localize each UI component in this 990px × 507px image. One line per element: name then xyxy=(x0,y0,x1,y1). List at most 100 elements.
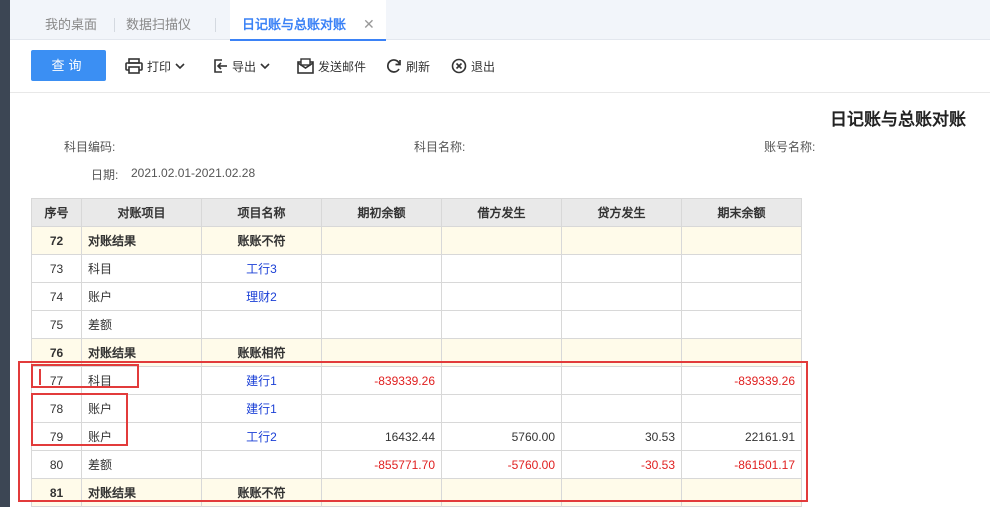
app-window: 我的桌面 数据扫描仪 日记账与总账对账 ✕ 查询 打印 导出 发送邮件 刷新 退… xyxy=(10,0,990,507)
send-mail-button[interactable]: 发送邮件 xyxy=(297,54,366,78)
cell-item: 差额 xyxy=(81,310,202,339)
date-label: 日期: xyxy=(91,168,119,182)
cell-name[interactable]: 账账相符 xyxy=(201,338,322,367)
toolbar-divider xyxy=(10,92,990,93)
cell-credit xyxy=(561,226,682,255)
col-header-closing[interactable]: 期末余额 xyxy=(681,198,802,227)
cell-credit: 30.53 xyxy=(561,422,682,451)
cell-item: 差额 xyxy=(81,450,202,479)
cell-item: 科目 xyxy=(81,254,202,283)
mail-icon xyxy=(297,58,314,74)
cell-index: 73 xyxy=(31,254,82,283)
tab-separator xyxy=(114,18,115,32)
refresh-label: 刷新 xyxy=(406,59,431,74)
cell-opening xyxy=(321,282,442,311)
cell-debit xyxy=(441,254,562,283)
export-button[interactable]: 导出 xyxy=(212,54,270,78)
table-row[interactable]: 76 对账结果 账账相符 xyxy=(31,338,802,367)
col-header-credit[interactable]: 贷方发生 xyxy=(561,198,682,227)
print-button[interactable]: 打印 xyxy=(125,54,185,78)
cell-debit xyxy=(441,282,562,311)
cell-opening xyxy=(321,478,442,507)
printer-icon xyxy=(125,58,143,74)
cell-closing xyxy=(681,282,802,311)
cell-debit xyxy=(441,366,562,395)
cell-name[interactable]: 工行2 xyxy=(201,422,322,451)
col-header-name[interactable]: 项目名称 xyxy=(201,198,322,227)
cell-credit xyxy=(561,338,682,367)
col-header-opening[interactable]: 期初余额 xyxy=(321,198,442,227)
cell-index: 79 xyxy=(31,422,82,451)
cell-closing xyxy=(681,254,802,283)
left-sidebar-strip xyxy=(0,0,10,507)
cell-name[interactable]: 工行3 xyxy=(201,254,322,283)
col-header-index[interactable]: 序号 xyxy=(31,198,82,227)
cell-item: 对账结果 xyxy=(81,338,202,367)
col-header-item[interactable]: 对账项目 xyxy=(81,198,202,227)
subject-code-label: 科目编码: xyxy=(64,140,116,154)
cell-item: 对账结果 xyxy=(81,478,202,507)
cell-index: 72 xyxy=(31,226,82,255)
cell-index: 80 xyxy=(31,450,82,479)
table-row[interactable]: 73 科目 工行3 xyxy=(31,254,802,283)
cell-closing xyxy=(681,338,802,367)
tab-bar: 我的桌面 数据扫描仪 日记账与总账对账 ✕ xyxy=(10,0,990,41)
reconcile-table: 序号 对账项目 项目名称 期初余额 借方发生 贷方发生 期末余额 72 对账结果账… xyxy=(31,198,802,507)
chevron-down-icon xyxy=(260,62,270,70)
table-row[interactable]: 81 对账结果 账账不符 xyxy=(31,478,802,507)
exit-button[interactable]: 退出 xyxy=(451,54,495,78)
cell-index: 76 xyxy=(31,338,82,367)
cell-index: 78 xyxy=(31,394,82,423)
table-row[interactable]: 75 差额 xyxy=(31,310,802,339)
cell-name[interactable]: 账账不符 xyxy=(201,226,322,255)
close-icon[interactable]: ✕ xyxy=(363,17,375,31)
export-icon xyxy=(212,58,228,74)
table-row[interactable]: 72 对账结果 账账不符 xyxy=(31,226,802,255)
cell-name[interactable]: 账账不符 xyxy=(201,478,322,507)
cell-item: 科目 xyxy=(81,366,202,395)
cell-closing: -861501.17 xyxy=(681,450,802,479)
refresh-button[interactable]: 刷新 xyxy=(386,54,430,78)
col-header-debit[interactable]: 借方发生 xyxy=(441,198,562,227)
cell-closing xyxy=(681,478,802,507)
table-row[interactable]: 80 差额 -855771.70 -5760.00 -30.53 -861501.17 xyxy=(31,450,802,479)
cell-closing xyxy=(681,226,802,255)
close-circle-icon xyxy=(451,58,467,74)
account-name-label: 账号名称: xyxy=(764,140,816,154)
cell-credit xyxy=(561,394,682,423)
cell-credit xyxy=(561,282,682,311)
subject-name-label: 科目名称: xyxy=(414,140,466,154)
cell-debit xyxy=(441,338,562,367)
cell-index: 75 xyxy=(31,310,82,339)
cell-index: 81 xyxy=(31,478,82,507)
table-row[interactable]: 78 账户 建行1 xyxy=(31,394,802,423)
export-label: 导出 xyxy=(232,59,257,74)
toolbar: 查询 打印 导出 发送邮件 刷新 退出 xyxy=(10,40,990,92)
query-button[interactable]: 查询 xyxy=(31,50,106,81)
cell-credit xyxy=(561,366,682,395)
tab-data-scanner[interactable]: 数据扫描仪 xyxy=(126,0,191,40)
cell-closing xyxy=(681,310,802,339)
cell-opening xyxy=(321,338,442,367)
cell-debit: 5760.00 xyxy=(441,422,562,451)
cell-name[interactable] xyxy=(201,450,322,479)
highlight-marker xyxy=(39,369,41,385)
cell-index: 74 xyxy=(31,282,82,311)
table-row[interactable]: 79 账户 工行2 16432.44 5760.00 30.53 22161.91 xyxy=(31,422,802,451)
cell-name[interactable]: 理财2 xyxy=(201,282,322,311)
tab-my-desktop[interactable]: 我的桌面 xyxy=(45,0,97,40)
cell-item: 账户 xyxy=(81,422,202,451)
cell-name[interactable] xyxy=(201,310,322,339)
cell-name[interactable]: 建行1 xyxy=(201,394,322,423)
cell-credit xyxy=(561,254,682,283)
cell-debit xyxy=(441,478,562,507)
cell-opening: -839339.26 xyxy=(321,366,442,395)
table-row[interactable]: 77 科目 建行1 -839339.26 -839339.26 xyxy=(31,366,802,395)
cell-name[interactable]: 建行1 xyxy=(201,366,322,395)
cell-opening xyxy=(321,394,442,423)
table-row[interactable]: 74 账户 理财2 xyxy=(31,282,802,311)
cell-closing: 22161.91 xyxy=(681,422,802,451)
cell-credit xyxy=(561,310,682,339)
table-header-row: 序号 对账项目 项目名称 期初余额 借方发生 贷方发生 期末余额 xyxy=(31,198,802,227)
cell-debit: -5760.00 xyxy=(441,450,562,479)
